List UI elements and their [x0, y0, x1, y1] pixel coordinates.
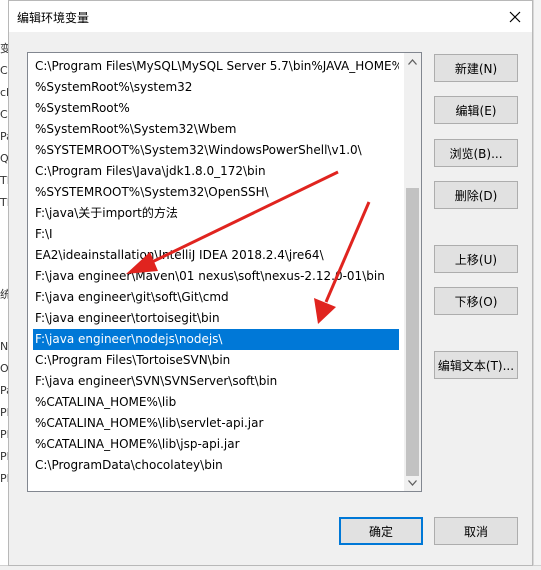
move-down-button[interactable]: 下移(O) — [434, 287, 518, 315]
close-button[interactable] — [498, 1, 532, 32]
ok-button[interactable]: 确定 — [339, 517, 423, 545]
list-item[interactable]: F:\I — [33, 224, 399, 245]
move-up-button[interactable]: 上移(U) — [434, 245, 518, 273]
list-item[interactable]: C:\Program Files\Java\jdk1.8.0_172\bin — [33, 161, 399, 182]
background-text: Pa — [0, 130, 8, 143]
delete-button[interactable]: 删除(D) — [434, 181, 518, 209]
close-icon — [509, 11, 521, 22]
list-item[interactable]: C:\Program Files\TortoiseSVN\bin — [33, 350, 399, 371]
list-item[interactable]: %CATALINA_HOME%\lib\jsp-api.jar — [33, 434, 399, 455]
background-text: PR — [0, 450, 8, 463]
list-item[interactable]: C:\Program Files\MySQL\MySQL Server 5.7\… — [33, 56, 399, 77]
background-text: N — [0, 340, 8, 353]
list-item[interactable]: %SystemRoot%\System32\Wbem — [33, 119, 399, 140]
background-text: O — [0, 362, 8, 375]
background-text: PR — [0, 472, 8, 485]
edit-env-variable-dialog: 编辑环境变量 C:\Program Files\MySQL\MySQL Serv… — [8, 0, 533, 566]
background-text: TE — [0, 174, 8, 187]
scroll-down-arrow-icon — [408, 479, 417, 486]
list-item[interactable]: F:\java\关于import的方法 — [33, 203, 399, 224]
list-item[interactable]: F:\java engineer\git\soft\Git\cmd — [33, 287, 399, 308]
window-title: 编辑环境变量 — [17, 11, 90, 25]
list-item[interactable]: %SystemRoot% — [33, 98, 399, 119]
background-text: PR — [0, 406, 8, 419]
title-bar[interactable]: 编辑环境变量 — [9, 1, 532, 32]
background-text: cla — [0, 86, 8, 99]
scroll-down-button[interactable] — [404, 474, 421, 491]
background-text: Co — [0, 108, 8, 121]
vertical-scrollbar[interactable] — [404, 53, 421, 491]
list-item[interactable]: %CATALINA_HOME%\lib — [33, 392, 399, 413]
path-list[interactable]: C:\Program Files\MySQL\MySQL Server 5.7\… — [27, 52, 422, 492]
scroll-thumb[interactable] — [406, 188, 419, 476]
scroll-up-button[interactable] — [404, 53, 421, 70]
background-text: Pa — [0, 384, 8, 397]
list-item[interactable]: F:\java engineer\tortoisegit\bin — [33, 308, 399, 329]
list-item[interactable]: %SYSTEMROOT%\System32\WindowsPowerShell\… — [33, 140, 399, 161]
background-text: Q — [0, 152, 8, 165]
list-item[interactable]: F:\java engineer\Maven\01 nexus\soft\nex… — [33, 266, 399, 287]
list-item[interactable]: %CATALINA_HOME%\lib\servlet-api.jar — [33, 413, 399, 434]
background-text: 统 — [0, 288, 8, 301]
background-text: 变 — [0, 42, 8, 55]
edit-text-button[interactable]: 编辑文本(T)... — [434, 351, 518, 379]
scroll-up-arrow-icon — [408, 58, 417, 65]
background-text: PR — [0, 428, 8, 441]
background-text: Ch — [0, 64, 8, 77]
cancel-button[interactable]: 取消 — [434, 517, 518, 545]
list-item[interactable]: F:\java engineer\SVN\SVNServer\soft\bin — [33, 371, 399, 392]
new-button[interactable]: 新建(N) — [434, 54, 518, 82]
list-item[interactable]: EA2\ideainstallation\IntelliJ IDEA 2018.… — [33, 245, 399, 266]
list-item[interactable]: %SystemRoot%\system32 — [33, 77, 399, 98]
list-item[interactable]: C:\ProgramData\chocolatey\bin — [33, 455, 399, 476]
list-item[interactable]: %SYSTEMROOT%\System32\OpenSSH\ — [33, 182, 399, 203]
edit-button[interactable]: 编辑(E) — [434, 96, 518, 124]
browse-button[interactable]: 浏览(B)... — [434, 139, 518, 167]
background-text: TN — [0, 196, 8, 209]
background-window-right — [533, 0, 541, 570]
list-item-selected[interactable]: F:\java engineer\nodejs\nodejs\ — [33, 329, 399, 350]
